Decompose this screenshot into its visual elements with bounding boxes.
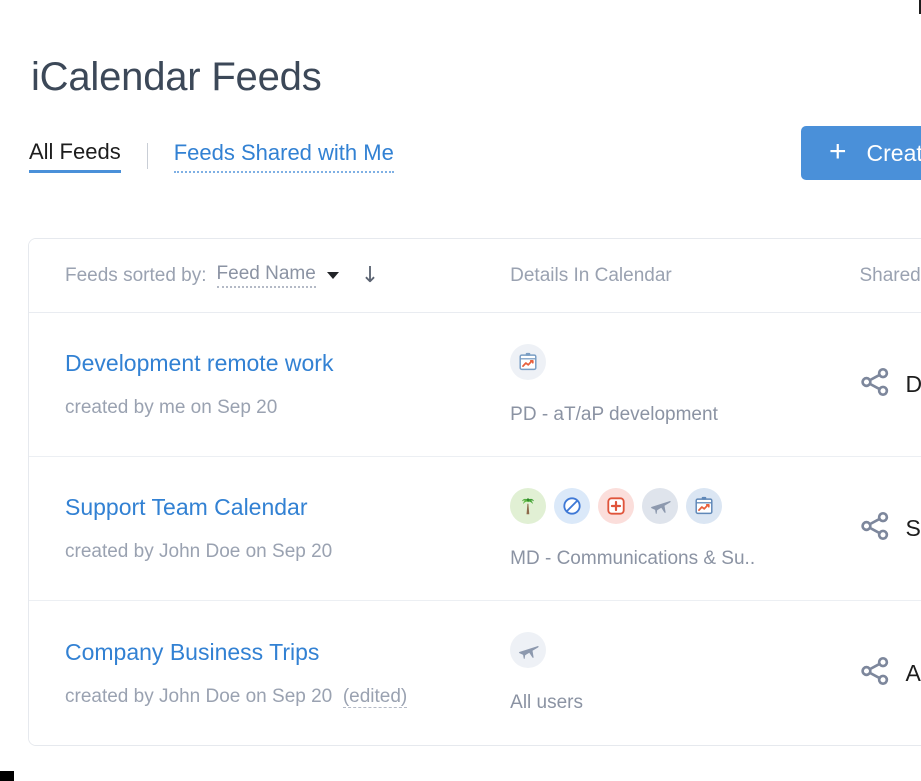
feed-details-cell: PD - aT/aP development [510, 343, 859, 426]
feed-shared-cell: A [859, 655, 921, 692]
feed-name-cell: Support Team Calendar created by John Do… [29, 494, 510, 563]
feed-detail-text: MD - Communications & Su.. [510, 547, 756, 569]
column-header-shared-label: Shared [859, 264, 921, 286]
feed-name-cell: Development remote work created by me on… [29, 350, 510, 419]
feed-meta-text: created by me on Sep 20 [65, 397, 278, 418]
tab-bar: All Feeds Feeds Shared with Me [29, 138, 394, 173]
airplane-icon [510, 632, 547, 668]
feed-name-cell: Company Business Trips created by John D… [29, 639, 510, 708]
feed-name-link[interactable]: Development remote work [65, 350, 510, 377]
shared-label: A [905, 659, 921, 686]
clipboard-chart-icon [686, 487, 723, 524]
shared-label: S [905, 515, 921, 541]
clipboard-chart-icon [510, 343, 547, 380]
feeds-table-card: Feeds sorted by: Feed Name ↓ Details In … [28, 238, 921, 746]
feed-meta: created by me on Sep 20 [65, 397, 510, 419]
feed-detail-text: All users [510, 692, 583, 713]
feed-details-cell: MD - Communications & Su.. [510, 487, 859, 570]
cursor-artifact [0, 771, 14, 781]
edited-link[interactable]: (edited) [342, 685, 408, 708]
feed-name-link[interactable]: Support Team Calendar [65, 494, 510, 521]
tab-separator [146, 142, 148, 169]
feed-meta-text: created by John Doe on Sep 20 [65, 685, 333, 707]
feed-meta: created by John Doe on Sep 20 [65, 541, 510, 563]
create-feed-button[interactable]: + Create [801, 126, 921, 180]
tab-all-feeds-label: All Feeds [29, 139, 121, 164]
app-viewport: iCalendar Feeds All Feeds Feeds Shared w… [0, 0, 921, 781]
table-row[interactable]: Company Business Trips created by John D… [29, 601, 921, 745]
column-header-details-label: Details In Calendar [510, 264, 672, 286]
plus-icon: + [829, 134, 847, 168]
sort-field-select[interactable]: Feed Name [216, 263, 316, 288]
create-feed-button-label: Create [866, 139, 921, 166]
share-icon[interactable] [859, 655, 891, 692]
tab-all-feeds[interactable]: All Feeds [29, 138, 121, 173]
calendar-icon-strip [510, 343, 859, 380]
column-header-shared: Shared [859, 265, 921, 287]
airplane-icon [642, 487, 679, 524]
feed-meta-text: created by John Doe on Sep 20 [65, 541, 333, 562]
chevron-down-icon[interactable] [326, 272, 339, 279]
feeds-table-header: Feeds sorted by: Feed Name ↓ Details In … [29, 239, 921, 313]
table-row[interactable]: Development remote work created by me on… [29, 313, 921, 457]
page-title: iCalendar Feeds [31, 54, 322, 99]
sort-controls: Feeds sorted by: Feed Name ↓ [29, 263, 510, 288]
column-header-details: Details In Calendar [510, 265, 859, 287]
arrow-down-icon[interactable]: ↓ [361, 264, 379, 287]
feed-shared-cell: D [859, 366, 921, 403]
feed-name-link[interactable]: Company Business Trips [65, 639, 510, 666]
prohibited-icon [554, 487, 591, 524]
table-row[interactable]: Support Team Calendar created by John Do… [29, 457, 921, 601]
sort-label: Feeds sorted by: [65, 264, 207, 286]
tab-feeds-shared-with-me[interactable]: Feeds Shared with Me [173, 139, 394, 173]
calendar-icon-strip [510, 487, 859, 524]
calendar-icon-strip [510, 632, 859, 668]
feed-details-cell: All users [510, 632, 859, 714]
feed-shared-cell: S [859, 510, 921, 547]
tab-feeds-shared-with-me-label: Feeds Shared with Me [173, 139, 394, 165]
feed-meta: created by John Doe on Sep 20 (edited) [65, 685, 510, 708]
share-icon[interactable] [859, 366, 891, 403]
share-icon[interactable] [859, 510, 891, 547]
shared-label: D [905, 371, 921, 397]
feed-detail-text: PD - aT/aP development [510, 403, 718, 425]
medical-cross-icon [598, 487, 635, 524]
palm-tree-icon [510, 487, 547, 524]
